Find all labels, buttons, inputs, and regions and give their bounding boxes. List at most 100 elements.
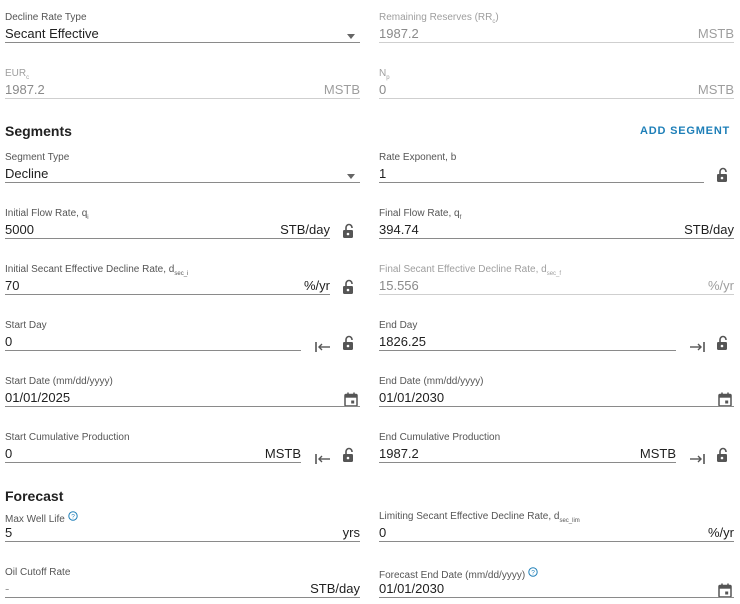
arrow-to-start-icon[interactable]: [314, 452, 332, 466]
eur-field: EURc 1987.2 MSTB: [5, 62, 360, 99]
svg-text:?: ?: [71, 513, 75, 520]
segment-type-label: Segment Type: [5, 152, 70, 163]
decline-rate-type-select[interactable]: Decline Rate Type Secant Effective: [5, 6, 360, 43]
rate-exponent-value: 1: [379, 166, 387, 181]
initial-decline-rate-field[interactable]: Initial Secant Effective Decline Rate, d…: [5, 258, 330, 295]
decline-rate-type-label: Decline Rate Type: [5, 12, 87, 23]
initial-flow-rate-label: Initial Flow Rate, qi: [5, 208, 89, 221]
svg-text:?: ?: [531, 569, 535, 576]
limiting-decline-rate-value: 0: [379, 525, 387, 540]
end-day-field[interactable]: End Day 1826.25: [379, 314, 676, 351]
final-flow-rate-field[interactable]: Final Flow Rate, qf 394.74 STB/day: [379, 202, 734, 239]
max-well-life-unit: yrs: [342, 525, 360, 540]
np-label: Np: [379, 68, 390, 81]
oil-cutoff-rate-unit: STB/day: [310, 581, 360, 596]
remaining-reserves-value: 1987.2: [379, 26, 419, 41]
calendar-icon[interactable]: [344, 392, 358, 407]
np-unit: MSTB: [697, 82, 734, 97]
initial-decline-rate-label: Initial Secant Effective Decline Rate, d…: [5, 264, 189, 277]
underline: [379, 350, 676, 351]
np-field: Np 0 MSTB: [379, 62, 734, 99]
end-date-field[interactable]: End Date (mm/dd/yyyy) 01/01/2030: [379, 370, 734, 407]
end-day-value: 1826.25: [379, 334, 426, 349]
rate-exponent-label: Rate Exponent, b: [379, 152, 457, 163]
underline: [5, 42, 360, 43]
max-well-life-value: 5: [5, 525, 13, 540]
arrow-to-end-icon[interactable]: [688, 340, 706, 354]
add-segment-button[interactable]: ADD SEGMENT: [640, 125, 730, 137]
underline: [5, 294, 330, 295]
underline: [379, 182, 704, 183]
calendar-icon[interactable]: [718, 392, 732, 407]
end-day-label: End Day: [379, 320, 418, 331]
underline: [5, 98, 360, 99]
underline: [379, 462, 676, 463]
underline: [379, 238, 734, 239]
underline: [5, 597, 360, 598]
forecast-end-date-value: 01/01/2030: [379, 581, 445, 596]
final-decline-rate-unit: %/yr: [708, 278, 734, 293]
initial-flow-rate-field[interactable]: Initial Flow Rate, qi 5000 STB/day: [5, 202, 330, 239]
eur-value: 1987.2: [5, 82, 45, 97]
end-cumulative-field[interactable]: End Cumulative Production 1987.2 MSTB: [379, 426, 676, 463]
caret-down-icon[interactable]: [347, 34, 355, 39]
start-day-value: 0: [5, 334, 13, 349]
limiting-decline-rate-unit: %/yr: [708, 525, 734, 540]
final-decline-rate-field: Final Secant Effective Decline Rate, dse…: [379, 258, 734, 295]
final-flow-rate-unit: STB/day: [684, 222, 734, 237]
lock-open-icon[interactable]: [341, 279, 357, 295]
remaining-reserves-field: Remaining Reserves (RRc) 1987.2 MSTB: [379, 6, 734, 43]
underline: [379, 406, 734, 407]
eur-unit: MSTB: [323, 82, 360, 97]
arrow-to-start-icon[interactable]: [314, 340, 332, 354]
final-decline-rate-label: Final Secant Effective Decline Rate, dse…: [379, 264, 562, 277]
lock-open-icon[interactable]: [715, 167, 731, 183]
forecast-title: Forecast: [5, 488, 64, 504]
underline: [5, 182, 360, 183]
underline: [379, 98, 734, 99]
eur-label: EURc: [5, 68, 30, 81]
lock-open-icon[interactable]: [341, 223, 357, 239]
remaining-reserves-label: Remaining Reserves (RRc): [379, 12, 499, 25]
arrow-to-end-icon[interactable]: [688, 452, 706, 466]
forecast-end-date-label: Forecast End Date (mm/dd/yyyy)?: [379, 567, 538, 581]
rate-exponent-field[interactable]: Rate Exponent, b 1: [379, 146, 704, 183]
segment-type-select[interactable]: Segment Type Decline: [5, 146, 360, 183]
max-well-life-field[interactable]: Max Well Life? 5 yrs: [5, 505, 360, 542]
oil-cutoff-rate-field[interactable]: Oil Cutoff Rate - STB/day: [5, 561, 360, 598]
initial-flow-rate-unit: STB/day: [280, 222, 330, 237]
lock-open-icon[interactable]: [341, 335, 357, 351]
underline: [379, 42, 734, 43]
segments-title: Segments: [5, 123, 72, 139]
forecast-end-date-field[interactable]: Forecast End Date (mm/dd/yyyy)? 01/01/20…: [379, 561, 734, 598]
underline: [5, 350, 301, 351]
calendar-icon[interactable]: [718, 583, 732, 598]
help-circle-icon[interactable]: ?: [68, 511, 78, 521]
start-cumulative-label: Start Cumulative Production: [5, 432, 130, 443]
oil-cutoff-rate-value: -: [5, 581, 10, 596]
initial-flow-rate-value: 5000: [5, 222, 34, 237]
decline-rate-type-value: Secant Effective: [5, 26, 99, 41]
start-cumulative-field[interactable]: Start Cumulative Production 0 MSTB: [5, 426, 301, 463]
start-date-label: Start Date (mm/dd/yyyy): [5, 376, 113, 387]
end-date-value: 01/01/2030: [379, 390, 445, 405]
lock-open-icon[interactable]: [341, 447, 357, 463]
start-date-field[interactable]: Start Date (mm/dd/yyyy) 01/01/2025: [5, 370, 360, 407]
lock-open-icon[interactable]: [715, 447, 731, 463]
final-decline-rate-value: 15.556: [379, 278, 419, 293]
underline: [5, 406, 360, 407]
start-cumulative-unit: MSTB: [264, 446, 301, 461]
limiting-decline-rate-field[interactable]: Limiting Secant Effective Decline Rate, …: [379, 505, 734, 542]
start-day-field[interactable]: Start Day 0: [5, 314, 301, 351]
end-date-label: End Date (mm/dd/yyyy): [379, 376, 484, 387]
remaining-reserves-unit: MSTB: [697, 26, 734, 41]
caret-down-icon[interactable]: [347, 174, 355, 179]
start-cumulative-value: 0: [5, 446, 13, 461]
final-flow-rate-value: 394.74: [379, 222, 419, 237]
oil-cutoff-rate-label: Oil Cutoff Rate: [5, 567, 71, 578]
max-well-life-label: Max Well Life?: [5, 511, 78, 525]
np-value: 0: [379, 82, 387, 97]
lock-open-icon[interactable]: [715, 335, 731, 351]
underline: [379, 294, 734, 295]
help-circle-icon[interactable]: ?: [528, 567, 538, 577]
